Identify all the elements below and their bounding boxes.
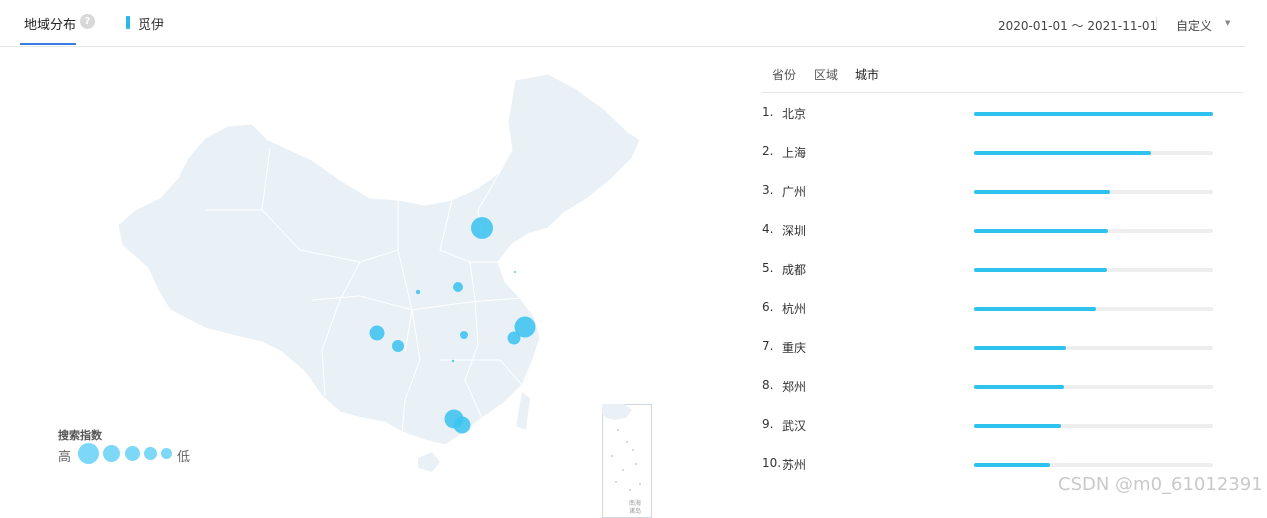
question-icon[interactable]: ? xyxy=(80,14,95,29)
city-name: 广州 xyxy=(782,185,807,199)
legend-low-label: 低 xyxy=(177,450,191,465)
legend-dot-2 xyxy=(103,445,120,462)
bar-track xyxy=(974,151,1213,155)
bubble-zhengzhou[interactable] xyxy=(453,282,463,292)
legend-high-label: 高 xyxy=(58,450,72,465)
tab-city[interactable]: 城市 xyxy=(855,66,879,83)
map-land xyxy=(117,73,641,446)
bar-track xyxy=(974,229,1213,233)
ranking-row[interactable]: 5. 成都 xyxy=(762,261,1222,281)
bubble-wuhan[interactable] xyxy=(460,331,468,339)
rank-number: 2. xyxy=(762,144,774,158)
header-bar: 地域分布 ? 觅伊 2020-01-01 ～ 2021-11-01 自定义 ▼ xyxy=(0,0,1245,47)
rank-number: 7. xyxy=(762,339,774,353)
ranking-row[interactable]: 2. 上海 xyxy=(762,144,1222,164)
bubble-xian[interactable] xyxy=(415,289,421,295)
city-name: 重庆 xyxy=(782,341,807,355)
legend-dot-5 xyxy=(161,448,172,459)
rank-number: 9. xyxy=(762,417,774,431)
tab-region-distribution[interactable]: 地域分布 xyxy=(24,14,76,33)
city-name: 北京 xyxy=(782,107,807,121)
city-name: 苏州 xyxy=(782,458,807,472)
bar-track xyxy=(974,112,1213,116)
date-range[interactable]: 2020-01-01 ～ 2021-11-01 xyxy=(998,17,1157,34)
watermark: CSDN @m0_61012391 xyxy=(1058,474,1263,495)
rank-number: 3. xyxy=(762,183,774,197)
bubble-shenzhen[interactable] xyxy=(453,416,471,434)
bar-fill xyxy=(974,346,1066,350)
bar-fill xyxy=(974,268,1107,272)
caret-down-icon[interactable]: ▼ xyxy=(1225,19,1230,27)
bubble-hangzhou[interactable] xyxy=(507,331,521,345)
legend-dot-4 xyxy=(144,447,157,460)
city-name: 杭州 xyxy=(782,302,807,316)
bar-track xyxy=(974,424,1213,428)
rank-number: 10. xyxy=(762,456,782,470)
south-china-sea-inset: 南海 诸岛 xyxy=(602,404,652,518)
ranking-row[interactable]: 10. 苏州 xyxy=(762,456,1222,476)
city-name: 武汉 xyxy=(782,419,807,433)
rank-number: 1. xyxy=(762,105,774,119)
inset-label-1: 南海 xyxy=(629,499,641,507)
rank-number: 5. xyxy=(762,261,774,275)
bar-fill xyxy=(974,307,1096,311)
bar-fill xyxy=(974,229,1108,233)
custom-date-select[interactable]: 自定义 xyxy=(1176,17,1212,34)
map-svg xyxy=(117,73,641,472)
bar-fill xyxy=(974,463,1051,467)
ranking-row[interactable]: 4. 深圳 xyxy=(762,222,1222,242)
header-divider xyxy=(1156,17,1157,31)
active-tab-underline xyxy=(20,43,76,45)
legend-dot-1 xyxy=(78,443,99,464)
keyword-label: 觅伊 xyxy=(138,18,165,33)
ranking-row[interactable]: 3. 广州 xyxy=(762,183,1222,203)
bar-track xyxy=(974,190,1213,194)
rank-number: 8. xyxy=(762,378,774,392)
tab-area[interactable]: 区域 xyxy=(814,66,838,83)
rank-number: 4. xyxy=(762,222,774,236)
bubble-changsha[interactable] xyxy=(451,359,455,363)
bubble-beijing[interactable] xyxy=(471,217,493,239)
inset-label-2: 诸岛 xyxy=(629,507,641,515)
ranking-row[interactable]: 1. 北京 xyxy=(762,105,1222,125)
tab-province[interactable]: 省份 xyxy=(772,66,796,83)
ranking-tabs: 省份 区域 城市 xyxy=(762,64,1243,93)
bar-track xyxy=(974,385,1213,389)
bubble-tianjin[interactable] xyxy=(514,271,516,273)
rank-number: 6. xyxy=(762,300,774,314)
china-map: 南海 诸岛 xyxy=(0,46,700,518)
legend-dot-3 xyxy=(125,446,140,461)
bar-fill xyxy=(974,151,1151,155)
bar-fill xyxy=(974,190,1111,194)
bar-track xyxy=(974,463,1213,467)
bar-track xyxy=(974,268,1213,272)
bar-track xyxy=(974,346,1213,350)
ranking-row[interactable]: 6. 杭州 xyxy=(762,300,1222,320)
keyword-color-marker xyxy=(126,16,130,29)
taiwan-island xyxy=(516,392,530,430)
hainan-island xyxy=(418,452,440,472)
city-name: 郑州 xyxy=(782,380,807,394)
bubble-chongqing[interactable] xyxy=(392,340,404,352)
ranking-row[interactable]: 8. 郑州 xyxy=(762,378,1222,398)
legend-title: 搜索指数 xyxy=(58,429,102,442)
bar-fill xyxy=(974,424,1062,428)
city-name: 上海 xyxy=(782,146,807,160)
bar-fill xyxy=(974,385,1064,389)
bar-track xyxy=(974,307,1213,311)
bubble-chengdu[interactable] xyxy=(369,325,385,341)
city-name: 深圳 xyxy=(782,224,807,238)
ranking-row[interactable]: 9. 武汉 xyxy=(762,417,1222,437)
city-name: 成都 xyxy=(782,263,807,277)
ranking-row[interactable]: 7. 重庆 xyxy=(762,339,1222,359)
bar-fill xyxy=(974,112,1213,116)
